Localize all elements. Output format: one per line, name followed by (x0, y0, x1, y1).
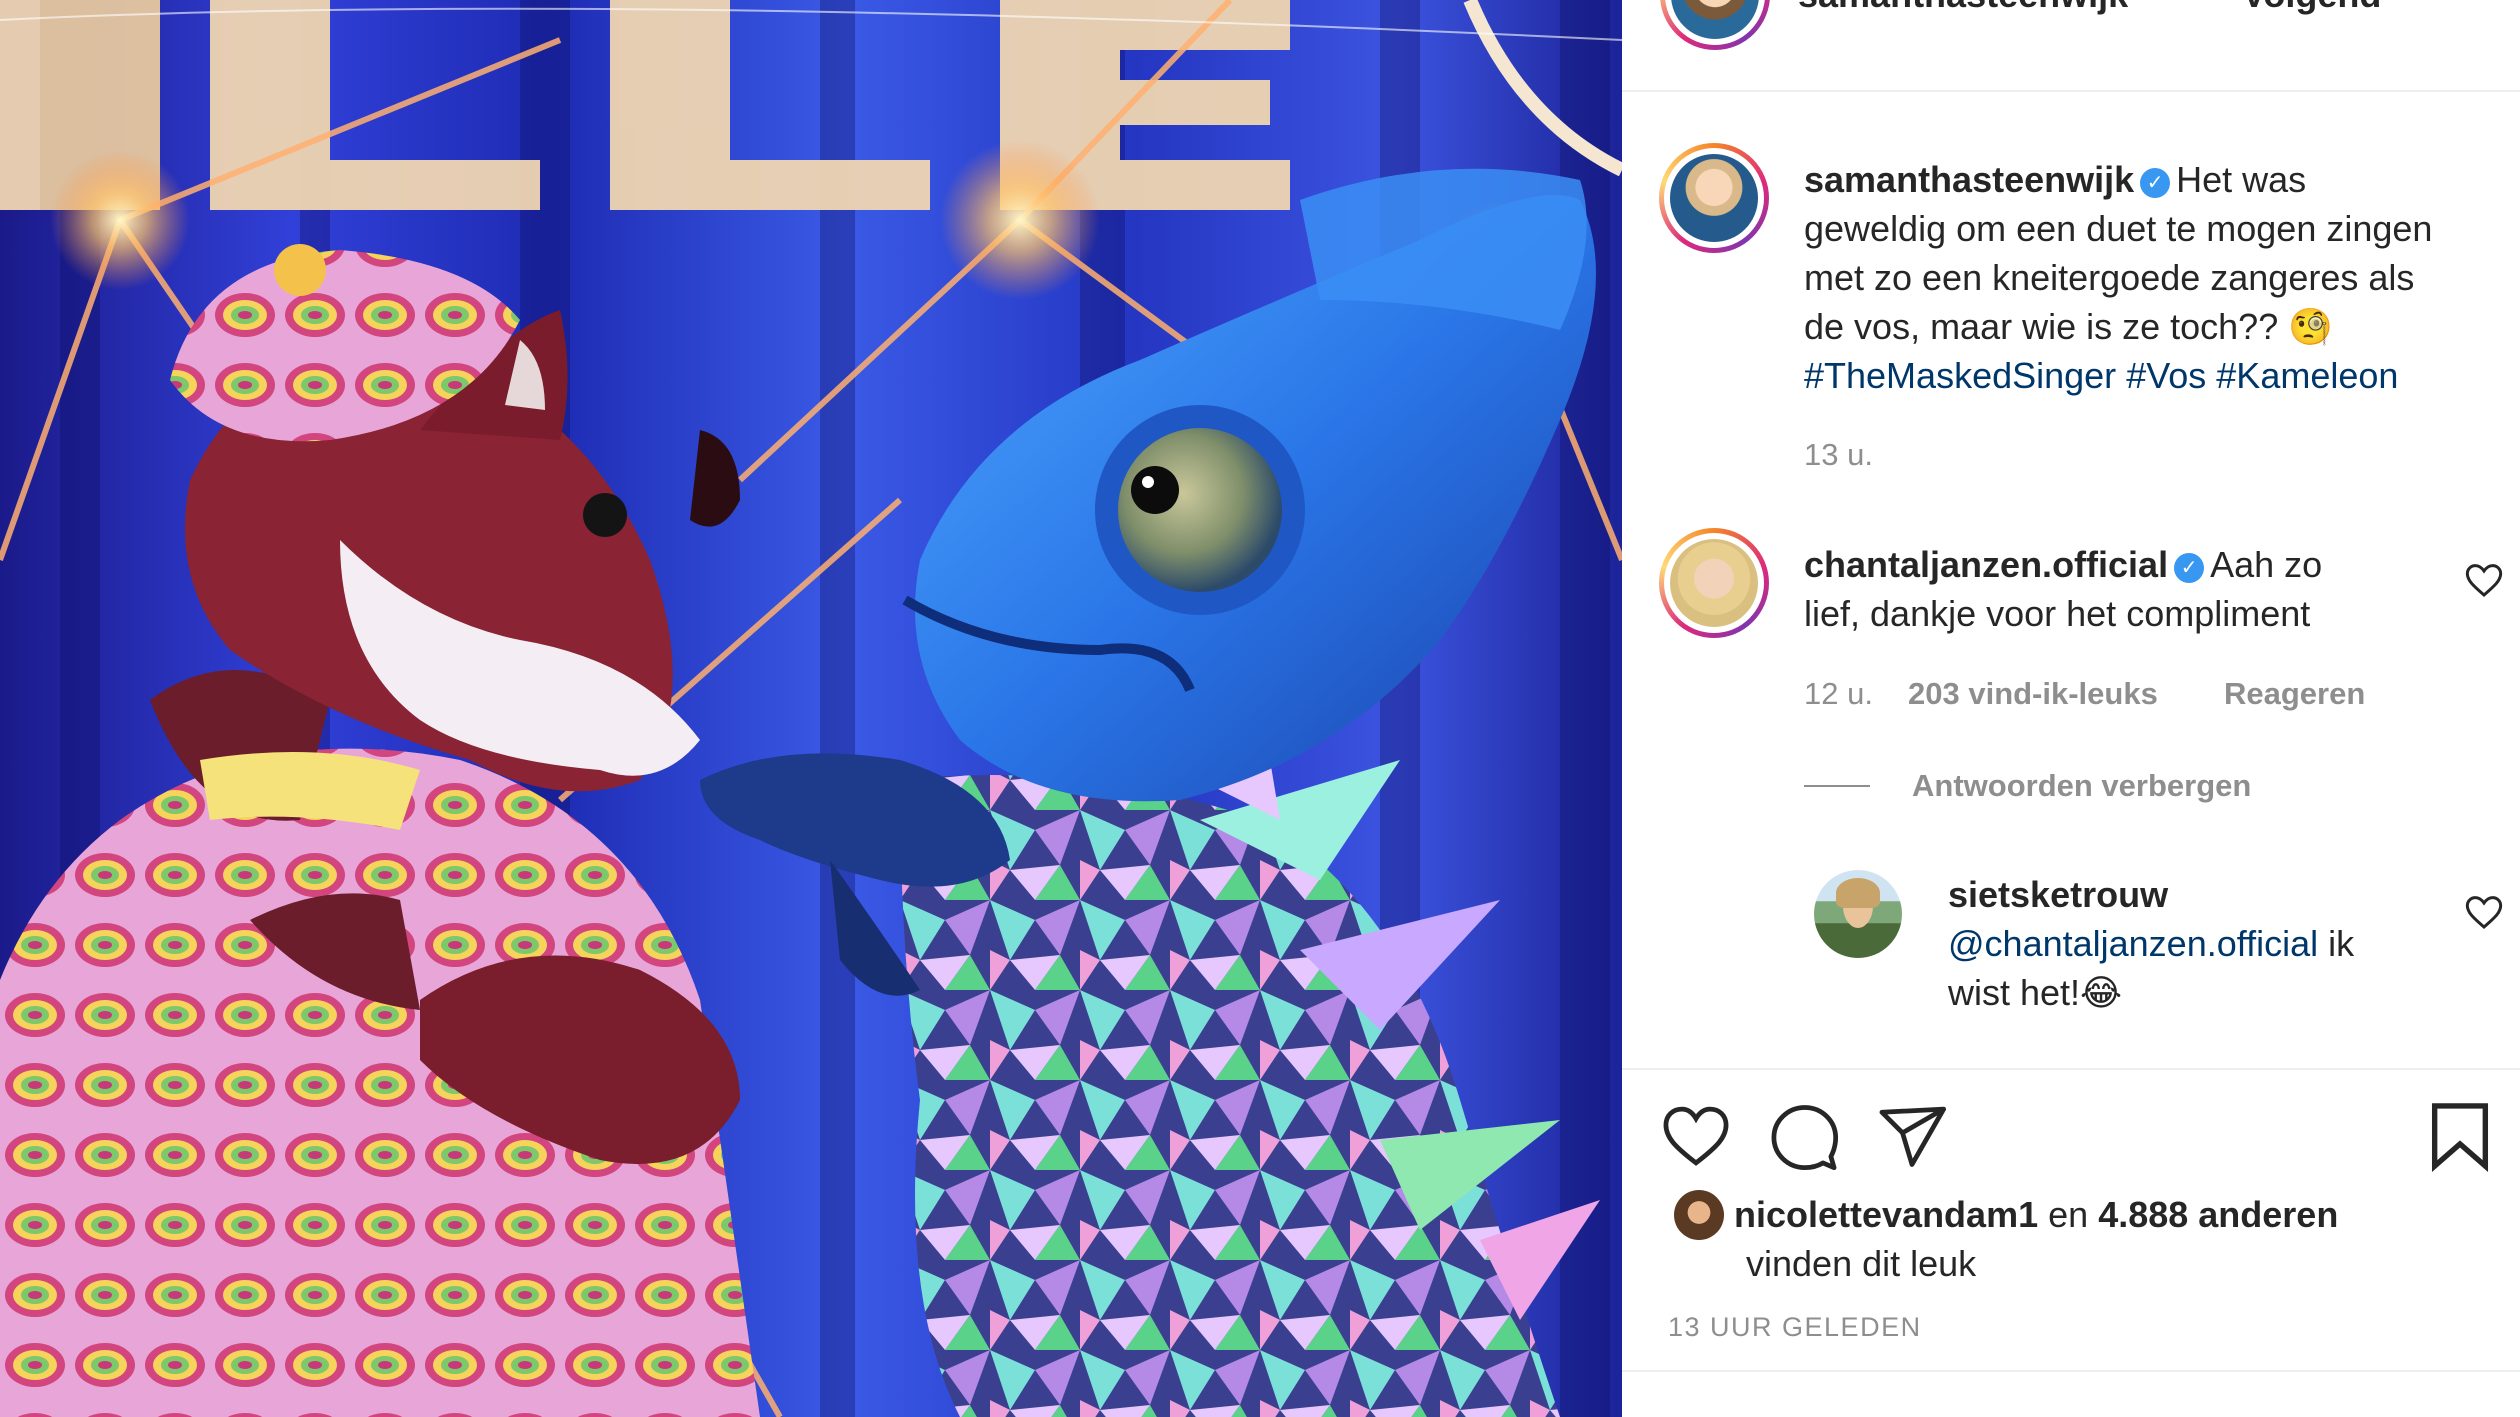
likes-summary: nicolettevandam1 en 4.888 anderen vinden… (1734, 1190, 2494, 1288)
comment-icon[interactable] (1766, 1098, 1842, 1174)
reply-line-2: wist het!😂 (1948, 972, 2123, 1013)
hashtag-link[interactable]: #Vos (2126, 355, 2206, 396)
comment-likes[interactable]: 203 vind-ik-leuks (1908, 676, 2158, 712)
hide-replies-button[interactable]: Antwoorden verbergen (1912, 768, 2251, 804)
caption-text: samanthasteenwijk ✓ Het was geweldig om ee… (1804, 155, 2484, 400)
comment-line-2: lief, dankje voor het compliment (1804, 593, 2311, 634)
verified-badge-icon: ✓ (2174, 553, 2205, 583)
comment-time[interactable]: 12 u. (1804, 676, 1873, 712)
reply-button[interactable]: Reageren (2224, 676, 2365, 712)
reply-avatar[interactable] (1814, 870, 1902, 958)
photo-illustration (0, 0, 1622, 1417)
post-timestamp[interactable]: 13 UUR GELEDEN (1668, 1312, 1922, 1343)
hashtag-link[interactable]: #TheMaskedSinger (1804, 355, 2116, 396)
liker-avatar[interactable] (1674, 1190, 1724, 1240)
heart-outline-icon[interactable] (2464, 892, 2504, 932)
caption-line-3: met zo een kneitergoede zangeres als (1804, 257, 2415, 298)
caption-avatar-ring[interactable] (1659, 143, 1769, 253)
bottom-divider (1622, 1370, 2520, 1372)
actions-divider (1622, 1068, 2520, 1070)
heart-outline-icon[interactable] (2464, 560, 2504, 600)
post-detail-panel: samanthasteenwijk Volgend samanthasteenw… (1622, 0, 2520, 1417)
caption-line-4: de vos, maar wie is ze toch?? 🧐 (1804, 306, 2334, 347)
comment-text: chantaljanzen.official ✓ Aah zo lief, dank… (1804, 540, 2444, 638)
comment-line-1: Aah zo (2210, 544, 2323, 585)
bookmark-icon[interactable] (2422, 1098, 2498, 1174)
header-username[interactable]: samanthasteenwijk (1798, 0, 2128, 19)
comment-avatar-ring[interactable] (1659, 528, 1769, 638)
comment-username[interactable]: chantaljanzen.official (1804, 544, 2168, 585)
reply-text: sietsketrouw @chantaljanzen.official ik … (1948, 870, 2448, 1017)
caption-username[interactable]: samanthasteenwijk (1804, 159, 2134, 200)
verified-badge-icon: ✓ (2140, 168, 2171, 198)
caption-line-1: Het was (2176, 159, 2307, 200)
hashtag-link[interactable]: #Kameleon (2216, 355, 2398, 396)
paper-plane-icon[interactable] (1874, 1098, 1950, 1174)
header-divider (1622, 90, 2520, 92)
likes-line-2: vinden dit leuk (1746, 1243, 1977, 1284)
fox-costume (0, 244, 760, 1417)
comment-avatar[interactable] (1670, 539, 1758, 627)
post-photo[interactable] (0, 0, 1622, 1417)
caption-line-2: geweldig om een duet te mogen zingen (1804, 208, 2433, 249)
reply-mention-link[interactable]: @chantaljanzen.official (1948, 923, 2318, 964)
heart-icon[interactable] (1658, 1098, 1734, 1174)
reply-line-1: ik (2318, 923, 2355, 964)
liker-username[interactable]: nicolettevandam1 (1734, 1194, 2038, 1235)
hide-replies-line (1804, 785, 1870, 787)
caption-avatar[interactable] (1670, 154, 1758, 242)
caption-time[interactable]: 13 u. (1804, 437, 1873, 473)
reply-username[interactable]: sietsketrouw (1948, 870, 2448, 919)
header-avatar-ring[interactable] (1660, 0, 1770, 50)
follow-status-label[interactable]: Volgend (2242, 0, 2381, 19)
likes-others-link[interactable]: 4.888 anderen (2098, 1194, 2338, 1235)
likes-connector: en (2048, 1194, 2089, 1235)
